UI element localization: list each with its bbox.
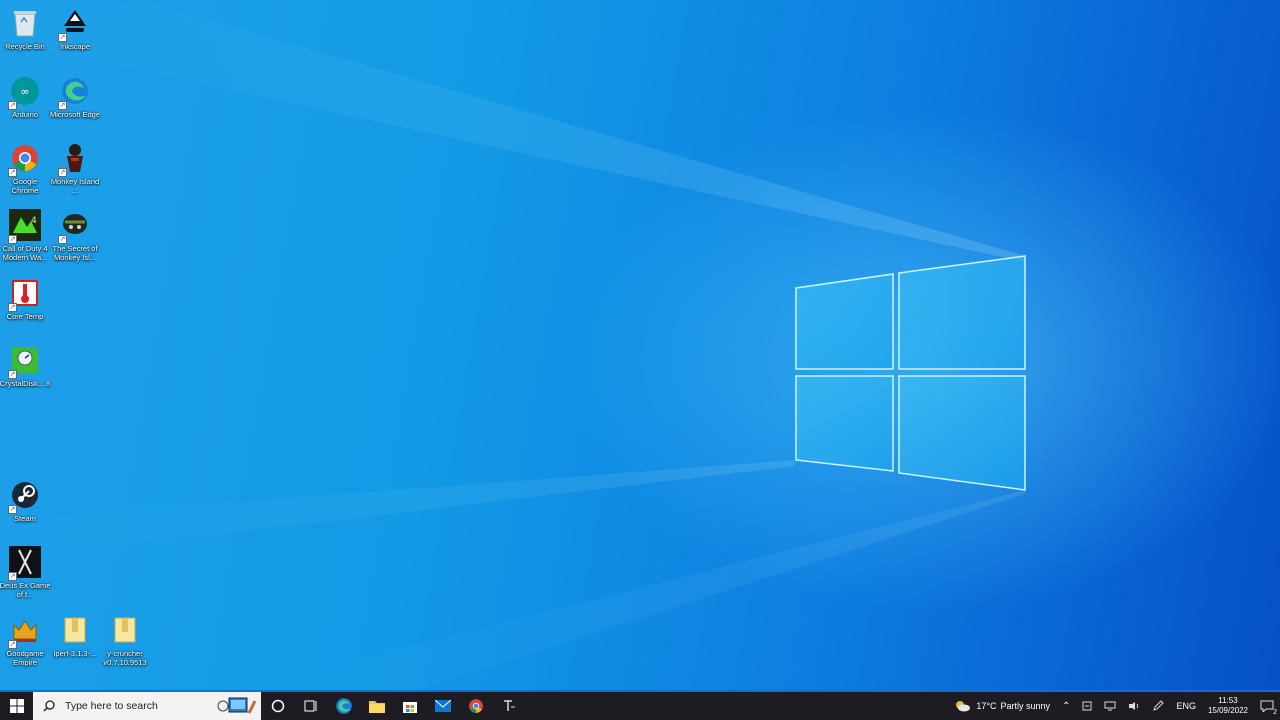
weather-temp: 17°C — [976, 701, 997, 711]
chevron-up-icon: ⌃ — [1062, 700, 1071, 712]
network-button[interactable] — [1098, 692, 1122, 720]
mail-icon — [434, 700, 451, 712]
throttlestop-icon — [503, 700, 515, 711]
icon-label: Core Temp — [6, 312, 44, 321]
desktop-icon-goodgame-empire[interactable]: ↗ Goodgame Empire — [0, 613, 50, 667]
icon-label: y-cruncher v0.7.10.9513 — [103, 649, 147, 667]
desktop-icon-monkey-island[interactable]: ↗ Monkey Island ... — [50, 141, 100, 195]
desktop-icon-iperf[interactable]: iperf-3.1.3-... — [50, 613, 100, 658]
desktop-wallpaper — [0, 0, 1280, 690]
desktop-icon-secret-monkey-island[interactable]: ↗ The Secret of Monkey Isl... — [50, 208, 100, 262]
icon-label: The Secret of Monkey Isl... — [52, 244, 98, 262]
inkscape-icon: ↗ — [58, 6, 92, 42]
desktop-icon-y-cruncher[interactable]: y-cruncher v0.7.10.9513 — [100, 613, 150, 667]
desktop-icon-chrome[interactable]: ↗ Google Chrome — [0, 141, 50, 195]
icon-label: Steam — [14, 514, 36, 523]
call-of-duty-icon: 4 ↗ — [8, 208, 42, 244]
pen-icon — [1153, 700, 1165, 711]
taskbar-throttlestop[interactable] — [492, 692, 525, 720]
icon-label: Deus Ex Game of t... — [0, 581, 51, 599]
start-button[interactable] — [0, 692, 33, 720]
clock-time: 11:53 — [1218, 696, 1238, 705]
tray-app-icon-glyph — [1082, 701, 1092, 711]
icon-label: Call of Duty 4 Modern Wa... — [2, 244, 48, 262]
crystaldisk-icon: ↗ — [8, 343, 42, 379]
icon-label: Goodgame Empire — [6, 649, 44, 667]
taskbar-microsoft-store[interactable] — [393, 692, 426, 720]
notification-icon — [1260, 700, 1274, 712]
search-placeholder: Type here to search — [65, 700, 158, 712]
windows-logo-beams — [0, 0, 1026, 690]
desktop-icon-edge[interactable]: ↗ Microsoft Edge — [50, 74, 100, 119]
deus-ex-icon: ↗ — [8, 545, 42, 581]
core-temp-icon: ↗ — [8, 276, 42, 312]
svg-text:∞: ∞ — [20, 85, 29, 98]
search-highlight-icon[interactable] — [213, 692, 261, 720]
monkey-island-icon: ↗ — [58, 141, 92, 177]
chrome-icon — [468, 699, 483, 713]
icon-label: Google Chrome — [11, 177, 39, 195]
clock[interactable]: 11:53 15/09/2022 — [1202, 696, 1254, 716]
icon-label: Inkscape — [59, 42, 91, 51]
secret-monkey-island-icon: ↗ — [58, 208, 92, 244]
weather-condition: Partly sunny — [1000, 701, 1051, 711]
show-hidden-icons-button[interactable]: ⌃ — [1056, 692, 1076, 720]
search-icon — [43, 700, 55, 712]
taskbar-file-explorer[interactable] — [360, 692, 393, 720]
desktop-icon-steam[interactable]: ↗ Steam — [0, 478, 50, 523]
desktop-icon-crystaldisk[interactable]: ↗ CrystalDisk... 8 — [0, 343, 50, 388]
edge-icon — [335, 698, 352, 714]
chrome-icon: ↗ — [8, 141, 42, 177]
recycle-bin-icon — [8, 6, 42, 40]
windows-start-icon — [9, 699, 24, 713]
weather-widget[interactable]: 17°C Partly sunny — [948, 692, 1056, 720]
windows-logo — [795, 255, 1026, 491]
taskbar-mail[interactable] — [426, 692, 459, 720]
language-indicator[interactable]: ENG — [1170, 692, 1202, 720]
desktop-icon-inkscape[interactable]: ↗ Inkscape — [50, 6, 100, 51]
goodgame-empire-icon: ↗ — [8, 613, 42, 649]
task-view-button[interactable] — [294, 692, 327, 720]
icon-label: Recycle Bin — [5, 42, 45, 51]
taskbar-chrome[interactable] — [459, 692, 492, 720]
cortana-button[interactable] — [261, 692, 294, 720]
speaker-icon — [1129, 702, 1139, 710]
partly-sunny-icon — [956, 701, 971, 712]
network-icon — [1104, 701, 1116, 711]
desktop-icon-recycle-bin[interactable]: Recycle Bin — [0, 6, 50, 51]
folder-icon — [58, 613, 92, 647]
desktop-icon-core-temp[interactable]: ↗ Core Temp — [0, 276, 50, 321]
icon-label: Microsoft Edge — [49, 110, 101, 119]
svg-text:4: 4 — [31, 216, 37, 226]
desktop-icon-deus-ex[interactable]: ↗ Deus Ex Game of t... — [0, 545, 50, 599]
taskbar-edge[interactable] — [327, 692, 360, 720]
edge-icon: ↗ — [58, 74, 92, 110]
notification-center-button[interactable]: 2 — [1254, 692, 1280, 720]
folder-icon — [108, 613, 142, 647]
notification-count: 2 — [1273, 709, 1277, 716]
taskbar-search-box[interactable]: Type here to search — [33, 692, 261, 720]
icon-label: CrystalDisk... 8 — [0, 379, 51, 388]
cortana-icon — [271, 699, 284, 713]
file-explorer-icon — [368, 701, 385, 713]
icon-label: Monkey Island ... — [50, 177, 100, 195]
steam-icon: ↗ — [8, 478, 42, 514]
pen-button[interactable] — [1146, 692, 1170, 720]
store-icon — [402, 702, 417, 713]
volume-button[interactable] — [1122, 692, 1146, 720]
icon-label: iperf-3.1.3-... — [53, 649, 97, 658]
icon-label: Arduino — [12, 110, 38, 119]
tray-app-icon[interactable] — [1076, 692, 1098, 720]
clock-date: 15/09/2022 — [1207, 706, 1248, 715]
system-tray: 17°C Partly sunny ⌃ ENG 11:53 15/09/2022… — [948, 692, 1280, 720]
desktop-icon-arduino[interactable]: ∞ ↗ Arduino — [0, 74, 50, 119]
desktop-icon-call-of-duty[interactable]: 4 ↗ Call of Duty 4 Modern Wa... — [0, 208, 50, 262]
task-view-icon — [304, 700, 316, 712]
arduino-icon: ∞ ↗ — [8, 74, 42, 110]
taskbar: Type here to search 17°C Partly sunny ⌃ — [0, 692, 1280, 720]
